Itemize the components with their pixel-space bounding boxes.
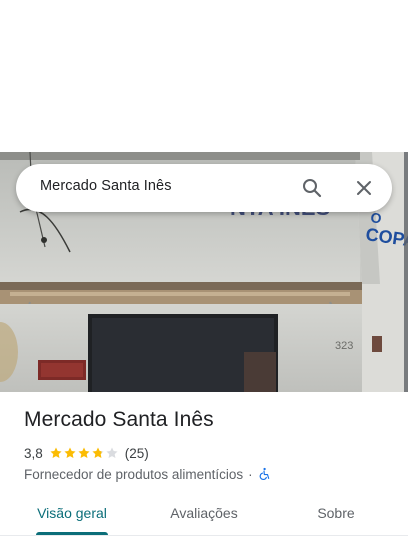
star-icon — [92, 447, 104, 459]
rating-value: 3,8 — [24, 445, 43, 461]
star-icon — [50, 447, 62, 459]
clear-search-button[interactable] — [352, 176, 376, 200]
separator: · — [248, 466, 253, 482]
star-rating — [49, 446, 119, 460]
review-count[interactable]: (25) — [125, 446, 149, 461]
star-icon — [106, 447, 118, 459]
star-icon — [64, 447, 76, 459]
tab-about[interactable]: Sobre — [300, 494, 372, 532]
wheelchair-accessible-icon — [259, 467, 269, 480]
scrollbar[interactable] — [404, 152, 408, 392]
search-bar[interactable]: Mercado Santa Inês — [16, 164, 392, 212]
place-category[interactable]: Fornecedor de produtos alimentícios — [24, 467, 243, 482]
search-input[interactable]: Mercado Santa Inês — [40, 178, 172, 194]
search-button[interactable] — [300, 176, 324, 200]
place-title: Mercado Santa Inês — [24, 408, 214, 431]
category-row: Fornecedor de produtos alimentícios · — [24, 465, 271, 483]
search-icon — [303, 179, 322, 198]
svg-text:323: 323 — [335, 340, 353, 352]
close-icon — [357, 181, 371, 195]
tab-bar: Visão geral Avaliações Sobre — [0, 494, 408, 542]
tab-overview[interactable]: Visão geral — [24, 494, 120, 532]
star-icon — [78, 447, 90, 459]
tab-reviews[interactable]: Avaliações — [152, 494, 256, 532]
tabs-divider — [0, 535, 408, 536]
rating-row[interactable]: 3,8 (25) — [24, 444, 149, 462]
